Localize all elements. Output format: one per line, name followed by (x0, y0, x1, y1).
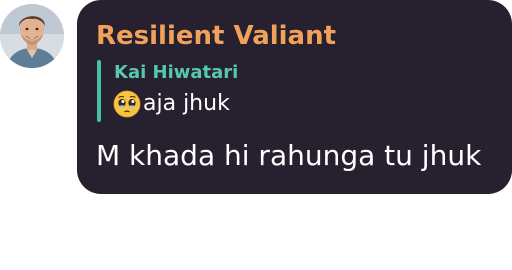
pleading-face-icon (113, 90, 141, 118)
message-body: M khada hi rahunga tu jhuk (96, 139, 482, 172)
sender-name[interactable]: Resilient Valiant (96, 19, 336, 53)
reply-text-row: aja jhuk (113, 89, 230, 119)
avatar[interactable] (0, 4, 64, 68)
avatar-image (0, 4, 64, 68)
chat-view: Resilient Valiant Kai Hiwatari aja jhuk … (0, 0, 512, 270)
reply-quote[interactable]: Kai Hiwatari aja jhuk (97, 60, 477, 122)
reply-text: aja jhuk (143, 91, 230, 116)
message-bubble[interactable]: Resilient Valiant Kai Hiwatari aja jhuk … (77, 0, 512, 194)
reply-author: Kai Hiwatari (114, 62, 239, 83)
reply-quote-bar (97, 60, 101, 122)
